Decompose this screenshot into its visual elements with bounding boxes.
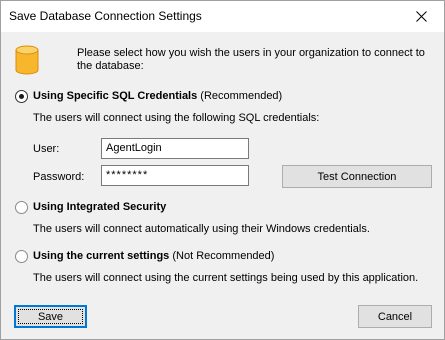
title-bar: Save Database Connection Settings: [1, 1, 444, 32]
option-current-title: Using the current settings: [33, 250, 170, 262]
option-current-description: The users will connect using the current…: [33, 272, 419, 284]
radio-integrated-security[interactable]: [15, 201, 28, 214]
radio-specific-credentials[interactable]: [15, 90, 28, 103]
option-specific-description: The users will connect using the followi…: [33, 112, 320, 124]
cancel-button[interactable]: Cancel: [358, 305, 432, 328]
option-current-suffix: (Not Recommended): [172, 250, 275, 262]
user-label: User:: [33, 143, 60, 155]
password-label: Password:: [33, 171, 85, 183]
close-button[interactable]: [398, 1, 444, 32]
close-icon: [415, 11, 427, 22]
option-specific-suffix: (Recommended): [200, 90, 283, 102]
option-specific-title: Using Specific SQL Credentials: [33, 90, 198, 102]
radio-current-settings[interactable]: [15, 250, 28, 263]
database-icon: [15, 45, 39, 78]
option-current-settings-label[interactable]: Using the current settings (Not Recommen…: [33, 250, 274, 262]
save-button[interactable]: Save: [14, 305, 87, 328]
password-field[interactable]: ********: [101, 165, 249, 186]
option-specific-credentials-label[interactable]: Using Specific SQL Credentials (Recommen…: [33, 90, 282, 102]
intro-text: Please select how you wish the users in …: [77, 47, 425, 72]
user-field[interactable]: AgentLogin: [101, 138, 249, 159]
test-connection-button[interactable]: Test Connection: [282, 165, 432, 188]
option-integrated-security-label[interactable]: Using Integrated Security: [33, 201, 166, 213]
option-integrated-description: The users will connect automatically usi…: [33, 223, 370, 235]
dialog-window: Save Database Connection Settings Please…: [0, 0, 445, 340]
option-integrated-title: Using Integrated Security: [33, 201, 167, 213]
window-title: Save Database Connection Settings: [9, 9, 202, 23]
